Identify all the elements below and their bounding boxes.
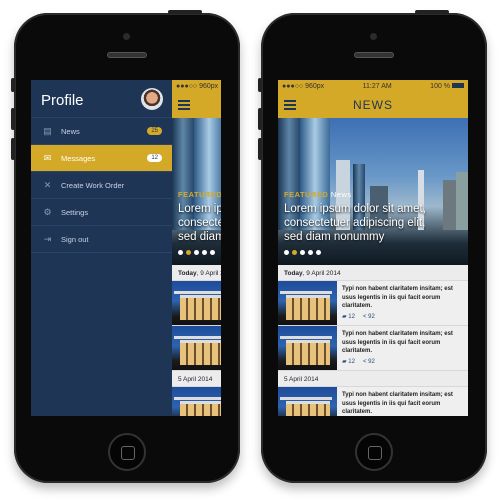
profile-title: Profile: [41, 92, 84, 109]
date-header: Today, 9 April 2014: [278, 265, 468, 281]
news-thumbnail: [278, 387, 337, 416]
profile-header[interactable]: Profile: [31, 80, 172, 118]
page-dot: [210, 250, 215, 255]
menu-item-news[interactable]: ▤ News 25: [31, 118, 172, 145]
carousel-pagination[interactable]: [284, 250, 426, 255]
share-count: < 92: [362, 313, 375, 320]
page-dot: [194, 250, 199, 255]
page-dot: [300, 250, 305, 255]
phone-left: ●●●○○ 960px 11:27 AM 100 % NEWS FEATURED…: [11, 10, 240, 483]
news-list: Today, 9 April 2014 Typi non habent clar…: [278, 265, 468, 416]
news-item[interactable]: Typi non habent claritatem insitam; est …: [172, 281, 221, 326]
app-header: NEWS: [278, 92, 468, 118]
newspaper-icon: ▤: [43, 126, 52, 136]
news-thumbnail: [278, 281, 337, 325]
news-list: Today, 9 April 2014 Typi non habent clar…: [172, 265, 221, 416]
page-dot: [284, 250, 289, 255]
speaker: [354, 52, 394, 58]
comment-count: ▰ 12: [342, 358, 355, 365]
news-item[interactable]: Typi non habent claritatem insitam; est …: [278, 281, 468, 326]
page-title: NEWS: [172, 98, 221, 112]
screen-news: ●●●○○ 960px 11:27 AM 100 % NEWS FEATURED…: [278, 80, 468, 416]
battery-icon: [451, 83, 464, 89]
comment-icon: ▰: [342, 313, 347, 320]
date-header: Today, 9 April 2014: [172, 265, 221, 281]
status-bar: ●●●○○ 960px 11:27 AM 100 %: [172, 80, 221, 92]
share-icon: <: [362, 358, 367, 365]
screen-menu: ●●●○○ 960px 11:27 AM 100 % NEWS FEATURED…: [31, 80, 221, 416]
envelope-icon: ✉: [43, 153, 52, 163]
clock: 11:27 AM: [362, 82, 392, 90]
news-thumbnail: [278, 326, 337, 370]
featured-label: FEATURED News: [178, 190, 221, 199]
menu-item-settings[interactable]: ⚙ Settings: [31, 199, 172, 226]
avatar[interactable]: [141, 88, 163, 110]
featured-carousel[interactable]: FEATURED News Lorem ipsum dolor sit amet…: [278, 118, 468, 265]
featured-headline[interactable]: Lorem ipsum dolor sit amet,consectetuer …: [284, 202, 426, 244]
gear-icon: ⚙: [43, 207, 52, 217]
messages-badge: 12: [147, 154, 162, 162]
menu-item-create-work-order[interactable]: ✕ Create Work Order: [31, 172, 172, 199]
camera: [370, 33, 377, 40]
date-header: 5 April 2014: [278, 371, 468, 387]
speaker: [107, 52, 147, 58]
camera: [123, 33, 130, 40]
page-dot: [316, 250, 321, 255]
featured-headline[interactable]: Lorem ipsum dolor sit amet,consectetuer …: [178, 202, 221, 244]
news-item[interactable]: Typi non habent claritatem insitam; est …: [172, 326, 221, 371]
comment-count: ▰ 12: [342, 313, 355, 320]
carrier-signal: ●●●○○ 960px: [282, 82, 325, 90]
home-button[interactable]: [355, 433, 393, 471]
page-dot: [308, 250, 313, 255]
menu-item-sign-out[interactable]: ⇥ Sign out: [31, 226, 172, 253]
tools-icon: ✕: [43, 180, 52, 190]
carousel-pagination[interactable]: [178, 250, 221, 255]
menu-item-messages[interactable]: ✉ Messages 12: [31, 145, 172, 172]
sign-out-icon: ⇥: [43, 234, 52, 244]
news-thumbnail: [172, 387, 221, 416]
battery-level: 100 %: [430, 83, 464, 90]
news-screen-peek[interactable]: ●●●○○ 960px 11:27 AM 100 % NEWS FEATURED…: [172, 80, 221, 416]
status-bar: ●●●○○ 960px 11:27 AM 100 %: [278, 80, 468, 92]
page-dot: [178, 250, 183, 255]
featured-label: FEATURED News: [284, 190, 352, 199]
phone-right: ●●●○○ 960px 11:27 AM 100 % NEWS FEATURED…: [258, 10, 487, 483]
date-header: 5 April 2014: [172, 371, 221, 387]
news-item[interactable]: Typi non habent claritatem insitam; est …: [278, 387, 468, 416]
news-thumbnail: [172, 281, 221, 325]
share-count: < 92: [362, 358, 375, 365]
news-item[interactable]: Typi non habent claritatem insitam; est …: [278, 326, 468, 371]
home-button[interactable]: [108, 433, 146, 471]
page-title: NEWS: [353, 98, 393, 112]
news-badge: 25: [147, 127, 162, 135]
featured-carousel[interactable]: FEATURED News Lorem ipsum dolor sit amet…: [172, 118, 221, 265]
news-thumbnail: [172, 326, 221, 370]
side-menu: Profile ▤ News 25 ✉ Messages 12 ✕ Create Work…: [31, 80, 172, 416]
news-item[interactable]: Typi non habent claritatem insitam; est …: [172, 387, 221, 416]
page-dot-active: [292, 250, 297, 255]
page-dot: [202, 250, 207, 255]
share-icon: <: [362, 313, 367, 320]
app-header: NEWS: [172, 92, 221, 118]
page-dot-active: [186, 250, 191, 255]
comment-icon: ▰: [342, 358, 347, 365]
carrier-signal: ●●●○○ 960px: [176, 82, 219, 90]
